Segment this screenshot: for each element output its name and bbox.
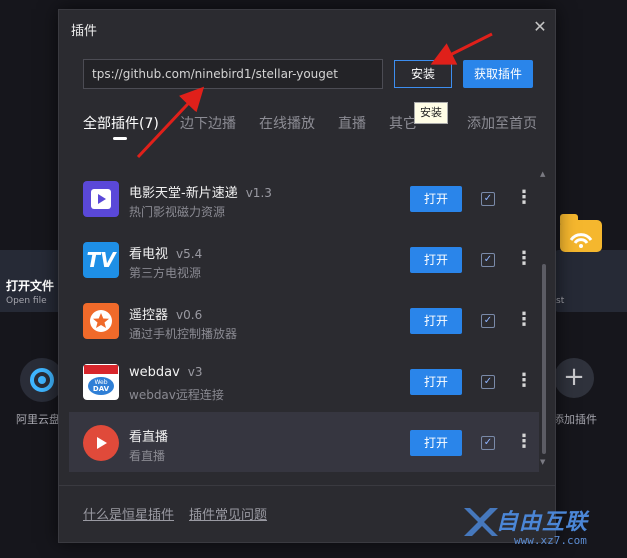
what-is-plugin-link[interactable]: 什么是恒星插件 [83, 504, 174, 523]
tab-download-play[interactable]: 边下边播 [180, 113, 236, 133]
list-scrollbar[interactable]: ▲ ▼ [540, 164, 548, 472]
plugin-desc: 看直播 [129, 449, 166, 463]
tab-live[interactable]: 直播 [338, 113, 366, 133]
close-icon[interactable]: ✕ [531, 18, 549, 36]
list-item: 电影天堂-新片速递 v1.3 热门影视磁力资源 打开 ✓ ⋮ [69, 168, 539, 229]
more-options-icon[interactable]: ⋮ [515, 245, 533, 273]
plugin-dialog: 插件 ✕ 安装 获取插件 全部插件(7) 边下边播 在线播放 直播 其它 添加至… [58, 9, 556, 543]
dialog-title: 插件 [71, 24, 98, 39]
footer-divider [59, 485, 555, 486]
plugin-name-text: 遥控器 [129, 308, 169, 323]
scroll-up-icon[interactable]: ▲ [540, 170, 545, 178]
open-button[interactable]: 打开 [410, 308, 462, 334]
active-tab-indicator [113, 137, 127, 140]
plugin-name: 看直播 [129, 426, 168, 445]
open-button[interactable]: 打开 [410, 430, 462, 456]
watermark: 自由互联 www.xz7.com [458, 498, 627, 558]
live-play-icon [83, 425, 119, 461]
remote-star-icon [83, 303, 119, 339]
watermark-text: 自由互联 [496, 510, 589, 535]
plugin-list: 电影天堂-新片速递 v1.3 热门影视磁力资源 打开 ✓ ⋮ TV 看电视 v5.4… [69, 164, 539, 472]
plugin-desc: webdav远程连接 [129, 388, 224, 402]
plugin-desc: 第三方电视源 [129, 266, 202, 280]
plugin-name: 遥控器 v0.6 [129, 304, 202, 323]
open-file-title: 打开文件 [6, 279, 55, 293]
tab-online-play[interactable]: 在线播放 [259, 113, 315, 133]
get-plugins-button[interactable]: 获取插件 [463, 60, 533, 88]
plugin-name-text: 看电视 [129, 247, 169, 262]
folder-wifi-icon [560, 214, 602, 252]
right-card-text: st [556, 296, 565, 306]
add-plugin-icon[interactable]: + [554, 358, 594, 398]
plugin-desc: 通过手机控制播放器 [129, 327, 238, 341]
plugin-name: 看电视 v5.4 [129, 243, 202, 262]
tab-add-to-home[interactable]: 添加至首页 [467, 113, 537, 133]
open-file-subtitle: Open file [6, 296, 47, 306]
enable-checkbox[interactable]: ✓ [481, 192, 495, 206]
plugin-name: webdav v3 [129, 365, 203, 380]
enable-checkbox[interactable]: ✓ [481, 253, 495, 267]
plugin-url-input[interactable] [83, 59, 383, 89]
open-button[interactable]: 打开 [410, 369, 462, 395]
plugin-version: v5.4 [176, 247, 203, 261]
plugin-faq-link[interactable]: 插件常见问题 [189, 504, 267, 523]
plugin-version: v1.3 [245, 186, 272, 200]
list-item: 遥控器 v0.6 通过手机控制播放器 打开 ✓ ⋮ [69, 290, 539, 351]
svg-text:DAV: DAV [93, 385, 110, 393]
add-plugin-label: 添加插件 [553, 413, 597, 426]
tab-other[interactable]: 其它 [389, 113, 417, 133]
plugin-desc: 热门影视磁力资源 [129, 205, 226, 219]
plugin-version: v0.6 [176, 308, 203, 322]
plugin-name-text: 看直播 [129, 430, 169, 445]
scroll-down-icon[interactable]: ▼ [540, 458, 545, 466]
webdav-icon: Web DAV [83, 364, 119, 400]
open-button[interactable]: 打开 [410, 247, 462, 273]
list-item: TV 看电视 v5.4 第三方电视源 打开 ✓ ⋮ [69, 229, 539, 290]
aliyun-drive-label: 阿里云盘 [16, 413, 60, 426]
more-options-icon[interactable]: ⋮ [515, 184, 533, 212]
more-options-icon[interactable]: ⋮ [515, 306, 533, 334]
movie-play-icon [83, 181, 119, 217]
open-button[interactable]: 打开 [410, 186, 462, 212]
enable-checkbox[interactable]: ✓ [481, 314, 495, 328]
plugin-name-text: webdav [129, 365, 180, 380]
list-item: Web DAV webdav v3 webdav远程连接 打开 ✓ ⋮ [69, 351, 539, 412]
enable-checkbox[interactable]: ✓ [481, 436, 495, 450]
plugin-version: v3 [187, 365, 203, 379]
more-options-icon[interactable]: ⋮ [515, 428, 533, 456]
plugin-name: 电影天堂-新片速递 v1.3 [129, 182, 272, 201]
watermark-logo-icon [464, 508, 498, 536]
enable-checkbox[interactable]: ✓ [481, 375, 495, 389]
plugin-name-text: 电影天堂-新片速递 [129, 186, 238, 201]
tv-icon: TV [83, 242, 119, 278]
scroll-thumb[interactable] [542, 264, 546, 454]
list-item: 看直播 看直播 打开 ✓ ⋮ [69, 412, 539, 472]
install-tooltip: 安装 [414, 102, 448, 124]
more-options-icon[interactable]: ⋮ [515, 367, 533, 395]
tab-all-plugins[interactable]: 全部插件(7) [83, 113, 159, 133]
install-button[interactable]: 安装 [394, 60, 452, 88]
watermark-url: www.xz7.com [514, 534, 587, 547]
